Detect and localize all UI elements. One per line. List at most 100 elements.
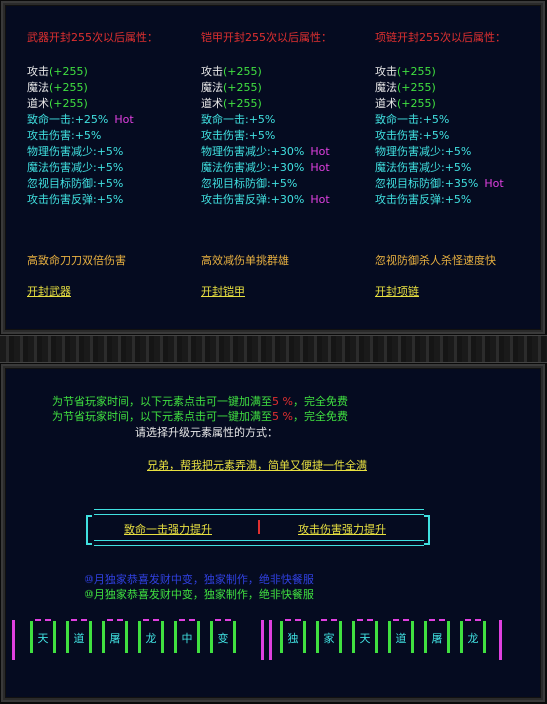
credit-line-shadow: ⑩月独家恭喜发财中变，独家制作，绝非快餐服: [84, 573, 314, 586]
armor-desc: 高效减伤单挑群雄: [201, 254, 289, 267]
stat-row: 魔法(+255): [201, 80, 366, 96]
stat-bonus: (+255): [397, 81, 436, 94]
banner-tile-cap: [393, 619, 409, 624]
top-border-line: [94, 509, 424, 515]
weapon-stats: 攻击(+255) 魔法(+255) 道术(+255) 致命一击:+25% Hot 攻击伤害…: [27, 64, 192, 208]
stat-row: 道术(+255): [201, 96, 366, 112]
stat-row: 魔法伤害减少:+5%: [27, 160, 192, 176]
banner-glyph: 屠: [431, 632, 443, 645]
stat-bonus: (+255): [397, 65, 436, 78]
bottom-border-line: [94, 540, 424, 546]
stat-label: 致命一击:+25%: [27, 113, 109, 126]
banner-glyph: 龙: [145, 632, 157, 645]
stat-label: 物理伤害减少:+30%: [201, 145, 305, 158]
banner-tile-cap: [215, 619, 231, 624]
stat-label: 魔法: [201, 81, 223, 94]
banner-tile: 变: [210, 619, 236, 653]
banner-tile: 家: [316, 619, 342, 653]
banner-tile-cap: [71, 619, 87, 624]
banner-glyph: 独: [287, 632, 299, 645]
stat-row: 攻击伤害:+5%: [375, 128, 540, 144]
banner-left: 天 道 屠 龙 中变: [30, 617, 255, 661]
banner-glyph: 道: [73, 632, 85, 645]
armor-column: 铠甲开封255次以后属性： 攻击(+255) 魔法(+255) 道术(+255) 致命…: [201, 30, 366, 208]
fill-all-link[interactable]: 兄弟，帮我把元素弄满，简单又便捷一件全满: [147, 458, 367, 474]
notice-line-2: 为节省玩家时间，以下元素点击可一键加满至5 %，完全免费: [52, 409, 348, 425]
hot-tag: Hot: [114, 113, 134, 126]
banner-tile: 屠: [102, 619, 128, 653]
banner-tile-cap: [179, 619, 195, 624]
weapon-title: 武器开封255次以后属性：: [27, 31, 158, 44]
stat-label: 魔法: [27, 81, 49, 94]
stat-label: 攻击: [201, 65, 223, 78]
banner-tile-cap: [285, 619, 301, 624]
stat-bonus: (+255): [223, 81, 262, 94]
necklace-stats: 攻击(+255) 魔法(+255) 道术(+255) 致命一击:+5% 攻击伤害:+5%…: [375, 64, 540, 208]
stat-row: 忽视目标防御:+5%: [27, 176, 192, 192]
banner-tile-cap: [35, 619, 51, 624]
banner-tile: 天: [352, 619, 378, 653]
stat-label: 致命一击:+5%: [201, 113, 276, 126]
weapon-desc: 高致命刀刀双倍伤害: [27, 254, 126, 267]
stat-row: 攻击伤害反弹:+5%: [27, 192, 192, 208]
banner-tile: 龙: [138, 619, 164, 653]
notice-text-end: ，完全免费: [292, 410, 348, 423]
stat-row: 物理伤害减少:+30% Hot: [201, 144, 366, 160]
stat-label: 攻击: [375, 65, 397, 78]
banner-pipe-mid-left: [261, 620, 264, 660]
notice-text-end: ，完全免费: [292, 395, 348, 408]
attack-damage-upgrade-link[interactable]: 攻击伤害强力提升: [298, 522, 386, 538]
stat-bonus: (+255): [49, 81, 88, 94]
banner-pipe-mid-right: [269, 620, 272, 660]
banner-tile: 龙: [460, 619, 486, 653]
stat-label: 魔法: [375, 81, 397, 94]
stat-row: 道术(+255): [27, 96, 192, 112]
necklace-title: 项链开封255次以后属性：: [375, 31, 506, 44]
unseal-armor-link[interactable]: 开封铠甲: [201, 284, 245, 300]
credit-line: ⑩月独家恭喜发财中变，独家制作，绝非快餐服: [84, 588, 314, 601]
banner-pipe-left: [12, 620, 15, 660]
stat-label: 道术: [375, 97, 397, 110]
banner-tile: 中: [174, 619, 200, 653]
stat-bonus: (+255): [223, 97, 262, 110]
stat-label: 攻击伤害:+5%: [375, 129, 450, 142]
stat-label: 攻击: [27, 65, 49, 78]
right-bracket: [424, 515, 430, 545]
banner-tile-cap: [357, 619, 373, 624]
stat-row: 攻击伤害反弹:+30% Hot: [201, 192, 366, 208]
banner-glyph: 家: [323, 632, 335, 645]
stat-row: 攻击(+255): [201, 64, 366, 80]
notice-percent: 5 %: [272, 410, 293, 423]
stat-row: 忽视目标防御:+35% Hot: [375, 176, 540, 192]
hot-tag: Hot: [310, 193, 330, 206]
stat-row: 魔法(+255): [27, 80, 192, 96]
stat-row: 攻击伤害:+5%: [27, 128, 192, 144]
banner-right: 独家天道屠龙: [280, 617, 495, 661]
hot-tag: Hot: [310, 161, 330, 174]
stat-row: 攻击(+255): [375, 64, 540, 80]
banner-glyph: 道: [395, 632, 407, 645]
banner-tile: 道: [388, 619, 414, 653]
stat-bonus: (+255): [49, 97, 88, 110]
critical-hit-upgrade-link[interactable]: 致命一击强力提升: [124, 522, 212, 538]
notice-percent: 5 %: [272, 395, 293, 408]
stat-label: 忽视目标防御:+5%: [201, 177, 298, 190]
stat-bonus: (+255): [397, 97, 436, 110]
banner-tile-cap: [143, 619, 159, 624]
unseal-weapon-link[interactable]: 开封武器: [27, 284, 71, 300]
stat-label: 攻击伤害:+5%: [201, 129, 276, 142]
stat-label: 攻击伤害反弹:+5%: [27, 193, 124, 206]
stat-row: 道术(+255): [375, 96, 540, 112]
stat-row: 忽视目标防御:+5%: [201, 176, 366, 192]
notice-text: 为节省玩家时间，以下元素点击可一键加满至: [52, 395, 272, 408]
stat-label: 魔法伤害减少:+5%: [27, 161, 124, 174]
stat-label: 致命一击:+5%: [375, 113, 450, 126]
banner-glyph: 天: [37, 632, 49, 645]
necklace-desc: 忽视防御杀人杀怪速度快: [375, 254, 496, 267]
stat-row: 魔法伤害减少:+5%: [375, 160, 540, 176]
banner-tile-cap: [429, 619, 445, 624]
banner-glyph: 龙: [467, 632, 479, 645]
stat-label: 忽视目标防御:+5%: [27, 177, 124, 190]
unseal-necklace-link[interactable]: 开封项链: [375, 284, 419, 300]
stat-bonus: (+255): [223, 65, 262, 78]
